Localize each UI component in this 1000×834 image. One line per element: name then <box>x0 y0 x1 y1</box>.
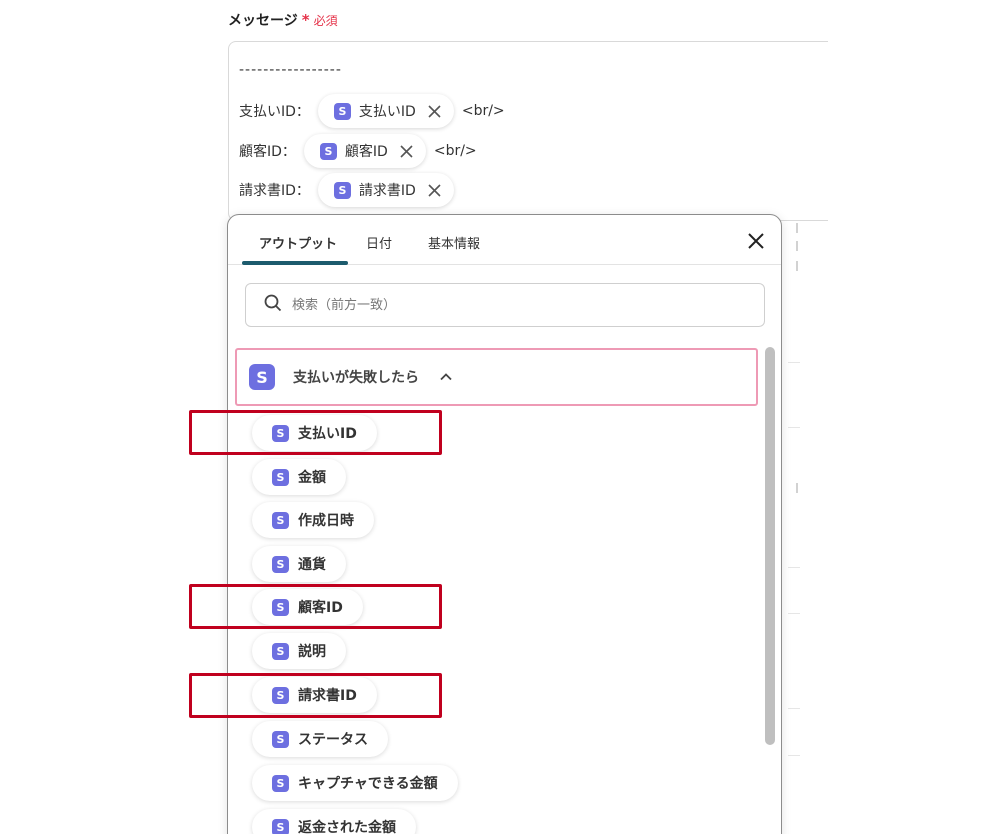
message-field-label: メッセージ * 必須 <box>228 10 338 30</box>
output-item-label: キャプチャできる金額 <box>298 776 438 792</box>
token-label: 顧客ID <box>344 144 388 160</box>
search-icon <box>264 294 282 316</box>
background-glyph <box>790 241 798 251</box>
search-field <box>245 283 765 327</box>
required-text: 必須 <box>313 13 338 28</box>
stripe-icon: S <box>272 686 289 704</box>
stage: メッセージ * 必須 ----------------- 支払いID： S 支払… <box>0 0 1000 834</box>
stripe-icon: S <box>272 555 289 573</box>
background-divider <box>788 567 800 568</box>
editor-line-label: 支払いID： <box>239 104 310 120</box>
br-tag: <br/> <box>461 103 505 119</box>
output-item-amount[interactable]: S 金額 <box>252 459 346 495</box>
token-label: 請求書ID <box>358 183 416 199</box>
stripe-icon: S <box>272 642 289 660</box>
stripe-icon: S <box>272 598 289 616</box>
stripe-icon: S <box>319 142 337 160</box>
background-divider <box>788 362 800 363</box>
output-item-payment-id[interactable]: S 支払いID <box>252 415 377 451</box>
token-label: 支払いID <box>358 104 416 120</box>
tab-basic-info[interactable]: 基本情報 <box>428 233 480 252</box>
editor-line-label: 顧客ID： <box>239 144 296 160</box>
token-invoice-id[interactable]: S 請求書ID <box>317 173 454 207</box>
output-group-header[interactable]: S 支払いが失敗したら <box>235 348 758 406</box>
output-item-label: 返金された金額 <box>298 820 396 834</box>
background-glyph <box>790 483 798 493</box>
active-tab-indicator <box>242 261 348 265</box>
output-item-refunded-amount[interactable]: S 返金された金額 <box>252 809 416 834</box>
close-icon[interactable] <box>747 232 765 250</box>
output-item-label: 金額 <box>298 470 326 486</box>
panel-tabs: アウトプット 日付 基本情報 <box>228 215 781 265</box>
output-item-label: 支払いID <box>298 426 357 442</box>
output-item-invoice-id[interactable]: S 請求書ID <box>252 677 377 713</box>
close-icon[interactable] <box>400 144 414 158</box>
output-item-label: 説明 <box>298 644 326 660</box>
background-divider <box>788 613 800 614</box>
tab-output[interactable]: アウトプット <box>259 233 337 252</box>
output-item-label: 作成日時 <box>298 513 354 529</box>
output-picker-panel: アウトプット 日付 基本情報 S 支払いが失敗したら S 支払いID <box>227 214 782 834</box>
background-divider <box>788 755 800 756</box>
tab-date[interactable]: 日付 <box>366 233 392 252</box>
output-item-created-at[interactable]: S 作成日時 <box>252 502 374 538</box>
stripe-icon: S <box>333 181 351 199</box>
stripe-icon: S <box>249 364 275 390</box>
output-item-currency[interactable]: S 通貨 <box>252 546 346 582</box>
background-divider <box>788 708 800 709</box>
background-divider <box>788 427 800 428</box>
close-icon[interactable] <box>428 104 442 118</box>
background-glyph <box>790 261 798 271</box>
token-customer-id[interactable]: S 顧客ID <box>303 134 426 168</box>
token-payment-id[interactable]: S 支払いID <box>317 94 454 128</box>
editor-line-label: 請求書ID： <box>239 183 310 199</box>
br-tag: <br/> <box>433 143 477 159</box>
output-item-description[interactable]: S 説明 <box>252 633 346 669</box>
editor-line-invoice-id: 請求書ID： S 請求書ID <box>239 173 454 207</box>
output-item-status[interactable]: S ステータス <box>252 721 388 757</box>
output-item-capturable-amount[interactable]: S キャプチャできる金額 <box>252 765 458 801</box>
search-input[interactable] <box>290 296 730 314</box>
background-glyph <box>790 223 798 233</box>
output-item-label: 顧客ID <box>298 600 343 616</box>
field-label-text: メッセージ <box>228 13 298 29</box>
message-editor[interactable]: ----------------- 支払いID： S 支払いID <br/> 顧… <box>228 41 828 221</box>
editor-line-customer-id: 顧客ID： S 顧客ID <br/> <box>239 134 477 168</box>
stripe-icon: S <box>272 818 289 834</box>
stripe-icon: S <box>272 511 289 529</box>
editor-line-payment-id: 支払いID： S 支払いID <br/> <box>239 94 505 128</box>
scrollbar-thumb[interactable] <box>765 347 775 745</box>
output-item-label: ステータス <box>298 732 368 748</box>
editor-separator: ----------------- <box>239 62 342 78</box>
stripe-icon: S <box>272 468 289 486</box>
stripe-icon: S <box>272 730 289 748</box>
close-icon[interactable] <box>428 183 442 197</box>
required-mark: * <box>301 11 310 29</box>
stripe-icon: S <box>333 102 351 120</box>
group-title: 支払いが失敗したら <box>293 370 419 386</box>
output-item-customer-id[interactable]: S 顧客ID <box>252 589 363 625</box>
output-item-label: 通貨 <box>298 557 326 573</box>
output-item-label: 請求書ID <box>298 688 357 704</box>
stripe-icon: S <box>272 424 289 442</box>
chevron-up-icon <box>439 370 453 384</box>
background-content <box>780 215 800 775</box>
stripe-icon: S <box>272 774 289 792</box>
